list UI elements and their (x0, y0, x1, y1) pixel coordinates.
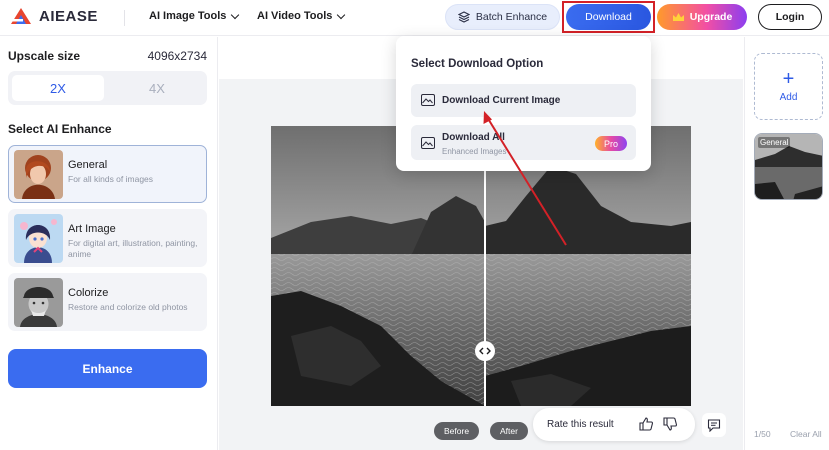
logo-icon (9, 6, 33, 26)
download-all-option[interactable]: Download All Enhanced Images Pro (411, 125, 636, 160)
card-colorize-desc: Restore and colorize old photos (68, 302, 188, 312)
chat-icon (707, 418, 721, 432)
dropdown-title: Select Download Option (411, 58, 544, 70)
rate-icons (639, 417, 677, 434)
download-button[interactable]: Download (566, 4, 651, 30)
rate-result-box: Rate this result (533, 408, 695, 441)
scale-option-2x[interactable]: 2X (12, 75, 104, 101)
colorize-thumbnail (14, 278, 63, 327)
enhance-button-label: Enhance (82, 361, 133, 376)
enhance-card-art-image[interactable]: Art Image For digital art, illustration,… (8, 209, 207, 267)
thumbs-down-icon[interactable] (663, 417, 677, 434)
brand-name: AIEASE (39, 7, 98, 25)
nav-ai-image-tools-label: AI Image Tools (149, 10, 227, 22)
enhance-card-colorize[interactable]: Colorize Restore and colorize old photos (8, 273, 207, 331)
layers-icon (457, 11, 470, 23)
chevron-down-icon (337, 10, 346, 19)
thumbnail-label: General (758, 137, 791, 148)
upgrade-button[interactable]: Upgrade (657, 4, 747, 30)
download-all-label: Download All (442, 132, 505, 143)
nav-ai-image-tools[interactable]: AI Image Tools (149, 10, 240, 22)
right-panel: + Add General 1/50 Clear All (744, 37, 829, 450)
download-options-dropdown: Select Download Option Download Current … (396, 36, 651, 171)
enhance-section-title: Select AI Enhance (8, 122, 112, 136)
download-all-sub: Enhanced Images (442, 147, 507, 156)
pro-badge: Pro (595, 136, 627, 151)
login-label: Login (775, 11, 805, 23)
image-thumbnail[interactable]: General (754, 133, 823, 200)
rate-result-label: Rate this result (547, 419, 614, 430)
after-label[interactable]: After (490, 422, 528, 440)
batch-enhance-label: Batch Enhance (475, 11, 548, 23)
batch-enhance-button[interactable]: Batch Enhance (445, 4, 560, 30)
crown-icon (672, 12, 684, 21)
download-current-label: Download Current Image (442, 95, 561, 106)
nav-ai-video-tools[interactable]: AI Video Tools (257, 10, 346, 22)
clear-all-button[interactable]: Clear All (790, 429, 822, 439)
download-label: Download (585, 11, 632, 23)
scale-option-4x[interactable]: 4X (111, 75, 203, 101)
brand-logo[interactable]: AIEASE (9, 6, 98, 26)
image-count: 1/50 (754, 429, 771, 439)
feedback-chat-button[interactable] (702, 413, 726, 437)
card-general-desc: For all kinds of images (68, 174, 154, 184)
split-handle-icon[interactable] (475, 341, 495, 361)
card-general-title: General (68, 159, 108, 171)
card-art-image-title: Art Image (68, 223, 116, 235)
before-label[interactable]: Before (434, 422, 480, 440)
chevron-down-icon (231, 10, 240, 19)
card-colorize-title: Colorize (68, 287, 109, 299)
scale-toggle: 2X 4X (8, 71, 207, 105)
login-button[interactable]: Login (758, 4, 822, 30)
enhance-button[interactable]: Enhance (8, 349, 207, 388)
image-icon (421, 94, 435, 106)
nav-ai-video-tools-label: AI Video Tools (257, 10, 333, 22)
thumbs-up-icon[interactable] (639, 417, 653, 434)
images-stack-icon (421, 137, 435, 149)
add-label: Add (779, 92, 798, 103)
enhance-card-general[interactable]: General For all kinds of images (8, 145, 207, 203)
download-current-image-option[interactable]: Download Current Image (411, 84, 636, 117)
plus-icon: + (782, 68, 795, 90)
upscale-size-label: Upscale size (8, 49, 81, 63)
left-panel: Upscale size 4096x2734 2X 4X Select AI E… (0, 37, 218, 450)
add-image-button[interactable]: + Add (754, 53, 823, 120)
general-thumbnail (14, 150, 63, 199)
upscale-size-value: 4096x2734 (147, 49, 207, 63)
top-header: AIEASE AI Image Tools AI Video Tools Bat… (0, 0, 829, 36)
art-image-thumbnail (14, 214, 63, 263)
upgrade-label: Upgrade (689, 11, 733, 23)
header-divider (124, 10, 125, 26)
card-art-image-desc: For digital art, illustration, painting,… (68, 238, 198, 259)
